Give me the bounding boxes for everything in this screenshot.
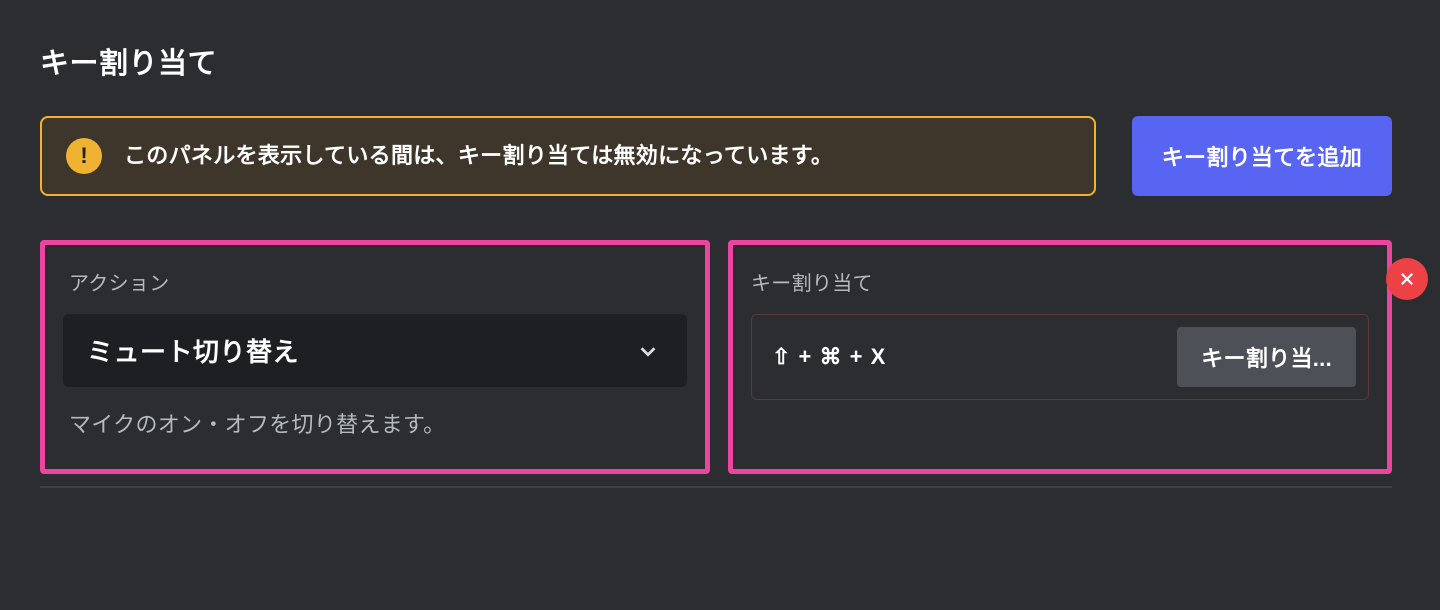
- key-input-row: ⇧ + ⌘ + X キー割り当...: [751, 314, 1369, 400]
- action-panel: アクション ミュート切り替え マイクのオン・オフを切り替えます。: [40, 240, 710, 474]
- close-icon: [1398, 270, 1416, 288]
- add-keybind-button[interactable]: キー割り当てを追加: [1132, 116, 1392, 196]
- top-row: ! このパネルを表示している間は、キー割り当ては無効になっています。 キー割り当…: [40, 116, 1392, 196]
- key-combo-display[interactable]: ⇧ + ⌘ + X: [772, 344, 1165, 370]
- keybind-row: アクション ミュート切り替え マイクのオン・オフを切り替えます。 キー割り当て …: [40, 240, 1392, 474]
- action-selected: ミュート切り替え: [87, 332, 299, 369]
- key-panel: キー割り当て ⇧ + ⌘ + X キー割り当...: [728, 240, 1392, 474]
- action-label: アクション: [63, 267, 687, 296]
- record-keybind-button[interactable]: キー割り当...: [1177, 327, 1356, 387]
- keybinds-settings: キー割り当て ! このパネルを表示している間は、キー割り当ては無効になっています…: [0, 0, 1440, 488]
- close-button[interactable]: [1386, 258, 1428, 300]
- action-dropdown[interactable]: ミュート切り替え: [63, 314, 687, 387]
- action-description: マイクのオン・オフを切り替えます。: [63, 407, 687, 439]
- warning-banner: ! このパネルを表示している間は、キー割り当ては無効になっています。: [40, 116, 1096, 196]
- warning-icon: !: [66, 138, 102, 174]
- page-title: キー割り当て: [40, 40, 1392, 82]
- chevron-down-icon: [633, 336, 663, 366]
- warning-text: このパネルを表示している間は、キー割り当ては無効になっています。: [124, 138, 833, 173]
- key-label: キー割り当て: [751, 267, 1369, 296]
- divider: [40, 486, 1392, 488]
